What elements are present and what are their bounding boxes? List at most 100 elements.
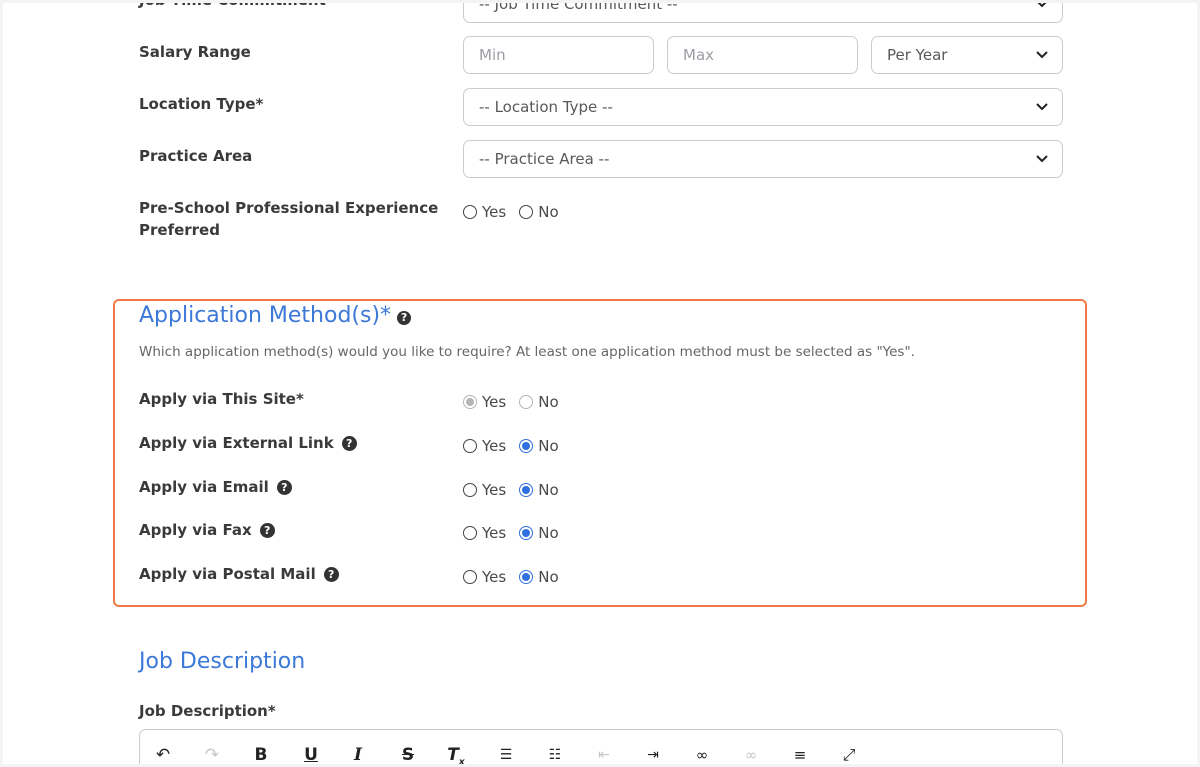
apply-via-fax-text: Apply via Fax (139, 521, 252, 539)
apply-via-postal-mail-options: Yes No (463, 568, 572, 586)
practice-area-select[interactable]: -- Practice Area -- (463, 140, 1063, 178)
apply-via-fax-label: Apply via Fax? (139, 519, 275, 541)
practice-area-value: -- Practice Area -- (479, 150, 610, 168)
apply-via-postal-mail-no[interactable]: No (519, 568, 559, 586)
no-label: No (538, 203, 559, 221)
job-time-select[interactable]: -- Job Time Commitment -- (463, 3, 1063, 23)
chevron-down-icon (1037, 3, 1047, 8)
radio-no-checked[interactable] (519, 483, 534, 497)
yes-label: Yes (482, 203, 507, 221)
radio-yes-checked-disabled (463, 395, 477, 409)
salary-min-input[interactable]: Min (463, 36, 654, 74)
application-methods-title-text: Application Method(s)* (139, 303, 392, 328)
radio-yes[interactable] (463, 570, 477, 584)
apply-via-external-link-label: Apply via External Link? (139, 432, 357, 454)
radio-yes[interactable] (463, 526, 477, 540)
apply-via-external-link-no[interactable]: No (519, 437, 559, 455)
no-label: No (538, 524, 559, 542)
chevron-down-icon (1036, 103, 1048, 111)
salary-min-placeholder: Min (479, 46, 506, 64)
apply-via-site-options: Yes No (463, 393, 572, 411)
apply-via-postal-mail-label: Apply via Postal Mail? (139, 563, 339, 585)
radio-no-checked[interactable] (519, 570, 534, 584)
radio-no[interactable] (519, 205, 534, 219)
apply-via-site-label: Apply via This Site* (139, 388, 304, 410)
application-methods-description: Which application method(s) would you li… (139, 344, 915, 360)
apply-via-email-no[interactable]: No (519, 481, 559, 499)
numbered-list-icon[interactable]: ☰ (495, 744, 517, 764)
help-icon[interactable]: ? (341, 436, 357, 451)
radio-no-disabled (519, 395, 534, 409)
fullscreen-icon[interactable]: ⤢ (838, 744, 860, 764)
radio-no-checked[interactable] (519, 439, 534, 453)
practice-area-label: Practice Area (139, 147, 253, 165)
preschool-no-option[interactable]: No (519, 203, 559, 221)
strikethrough-icon[interactable]: S (397, 744, 419, 764)
apply-via-fax-no[interactable]: No (519, 524, 559, 542)
salary-max-input[interactable]: Max (667, 36, 858, 74)
salary-period-value: Per Year (887, 46, 948, 64)
apply-via-site-text: Apply via This Site* (139, 390, 304, 408)
job-posting-form: Job Time Commitment -- Job Time Commitme… (3, 3, 1197, 764)
apply-via-external-link-yes[interactable]: Yes (463, 437, 506, 455)
indent-icon[interactable]: ⇥ (642, 744, 664, 764)
location-type-value: -- Location Type -- (479, 98, 613, 116)
rich-text-editor[interactable]: ↶ ↷ B U I S Tx ☰ ☷ ⇤ ⇥ ∞ ∞ ≡ ⤢ (139, 729, 1063, 764)
apply-via-external-link-options: Yes No (463, 437, 572, 455)
yes-label: Yes (482, 568, 507, 586)
apply-via-site-yes: Yes (463, 393, 506, 411)
bold-icon[interactable]: B (250, 744, 272, 764)
bulleted-list-icon[interactable]: ☷ (544, 744, 566, 764)
help-icon[interactable]: ? (259, 523, 275, 538)
help-icon[interactable]: ? (323, 567, 339, 582)
chevron-down-icon (1036, 51, 1048, 59)
apply-via-fax-yes[interactable]: Yes (463, 524, 506, 542)
job-description-title: Job Description (139, 649, 306, 674)
unlink-icon[interactable]: ∞ (740, 744, 762, 764)
no-label: No (538, 568, 559, 586)
salary-range-label: Salary Range (139, 43, 251, 61)
apply-via-email-text: Apply via Email (139, 478, 269, 496)
chevron-down-icon (1036, 155, 1048, 163)
radio-yes[interactable] (463, 439, 477, 453)
application-methods-title: Application Method(s)*? (139, 303, 412, 328)
underline-icon[interactable]: U (300, 744, 322, 764)
location-type-label: Location Type* (139, 95, 264, 113)
preschool-experience-label: Pre-School Professional Experience Prefe… (139, 197, 438, 241)
apply-via-postal-mail-yes[interactable]: Yes (463, 568, 506, 586)
preschool-experience-label-line2: Preferred (139, 221, 220, 239)
preschool-yes-option[interactable]: Yes (463, 203, 506, 221)
radio-yes[interactable] (463, 483, 477, 497)
italic-icon[interactable]: I (347, 744, 369, 764)
apply-via-postal-mail-text: Apply via Postal Mail (139, 565, 316, 583)
help-icon[interactable]: ? (276, 480, 292, 495)
link-icon[interactable]: ∞ (691, 744, 713, 764)
apply-via-external-link-text: Apply via External Link (139, 434, 334, 452)
apply-via-site-no: No (519, 393, 559, 411)
no-label: No (538, 393, 559, 411)
clear-format-icon[interactable]: Tx (445, 744, 467, 764)
apply-via-email-options: Yes No (463, 481, 572, 499)
outdent-icon[interactable]: ⇤ (593, 744, 615, 764)
apply-via-fax-options: Yes No (463, 524, 572, 542)
preschool-experience-options: Yes No (463, 203, 572, 221)
radio-yes[interactable] (463, 205, 477, 219)
job-description-field-label: Job Description* (139, 702, 276, 720)
radio-no-checked[interactable] (519, 526, 534, 540)
job-time-value: -- Job Time Commitment -- (479, 3, 678, 13)
apply-via-email-yes[interactable]: Yes (463, 481, 506, 499)
no-label: No (538, 437, 559, 455)
redo-icon[interactable]: ↷ (201, 744, 223, 764)
yes-label: Yes (482, 481, 507, 499)
yes-label: Yes (482, 437, 507, 455)
yes-label: Yes (482, 393, 507, 411)
location-type-select[interactable]: -- Location Type -- (463, 88, 1063, 126)
no-label: No (538, 481, 559, 499)
salary-max-placeholder: Max (683, 46, 715, 64)
horizontal-rule-icon[interactable]: ≡ (789, 744, 811, 764)
salary-period-select[interactable]: Per Year (871, 36, 1063, 74)
undo-icon[interactable]: ↶ (152, 744, 174, 764)
yes-label: Yes (482, 524, 507, 542)
apply-via-email-label: Apply via Email? (139, 476, 292, 498)
help-icon[interactable]: ? (397, 311, 412, 325)
